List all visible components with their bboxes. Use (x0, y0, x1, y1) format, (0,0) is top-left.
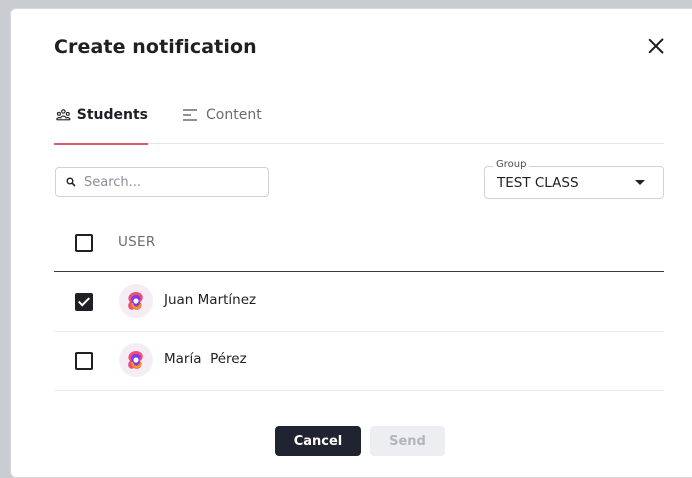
student-name: Juan Martínez (164, 292, 257, 308)
table-row[interactable]: Juan Martínez (54, 272, 664, 332)
tab-content-label: Content (206, 107, 262, 123)
select-all-checkbox[interactable] (75, 234, 93, 252)
table-row[interactable]: María Pérez (54, 331, 664, 391)
create-notification-dialog: Create notification Students Content Sea… (10, 8, 692, 478)
close-icon[interactable] (645, 35, 667, 57)
active-tab-indicator (54, 143, 148, 145)
dialog-title: Create notification (54, 36, 257, 58)
cancel-button[interactable]: Cancel (275, 426, 361, 456)
tab-content[interactable]: Content (180, 107, 280, 143)
group-label: Group (493, 159, 530, 170)
tab-students-label: Students (76, 107, 148, 123)
group-value: TEST CLASS (497, 175, 579, 191)
tab-students[interactable]: Students (56, 107, 148, 143)
chevron-down-icon (635, 180, 645, 185)
row-checkbox[interactable] (75, 352, 93, 370)
student-name: María Pérez (164, 351, 247, 367)
search-input[interactable] (82, 173, 266, 191)
search-field[interactable] (55, 167, 269, 197)
avatar (119, 343, 153, 377)
search-icon (66, 177, 76, 187)
avatar (119, 284, 153, 318)
lines-icon (183, 109, 197, 121)
table-header: USER (54, 229, 664, 271)
group-select[interactable]: Group TEST CLASS (484, 159, 664, 199)
users-icon (56, 109, 71, 121)
send-button[interactable]: Send (370, 426, 445, 456)
row-checkbox[interactable] (75, 293, 93, 311)
column-header-user: USER (118, 234, 156, 250)
